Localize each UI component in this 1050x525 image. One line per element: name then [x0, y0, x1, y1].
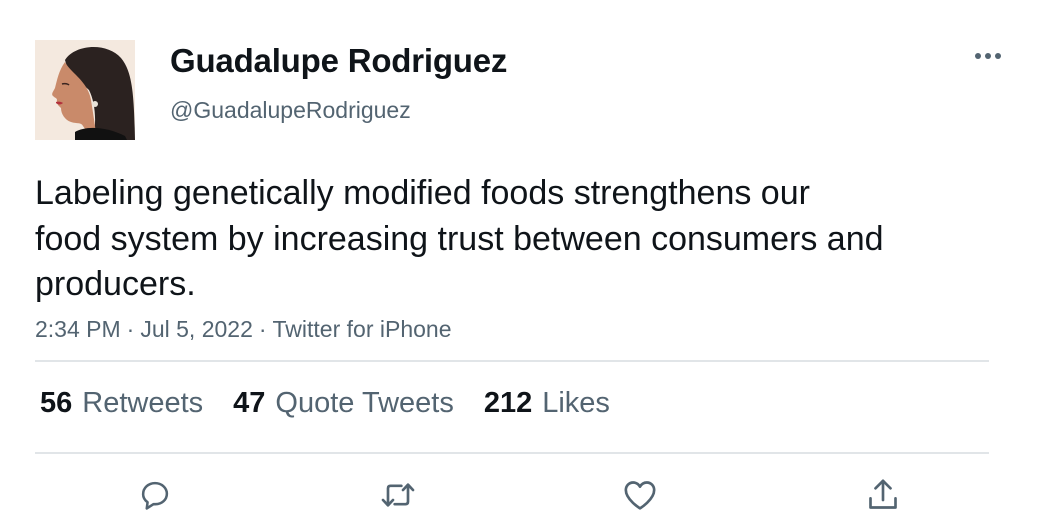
retweet-icon: [381, 483, 415, 507]
likes-count: 212: [483, 387, 533, 419]
tweet-card: Guadalupe Rodriguez @GuadalupeRodriguez …: [0, 0, 1050, 525]
retweets-stat[interactable]: 56 Retweets: [40, 387, 203, 420]
more-options-button[interactable]: [968, 44, 1008, 68]
author-handle[interactable]: @GuadalupeRodriguez: [170, 97, 411, 124]
likes-stat[interactable]: 212 Likes: [484, 387, 610, 420]
reply-icon: [141, 481, 169, 510]
divider: [35, 452, 989, 454]
author-display-name[interactable]: Guadalupe Rodriguez: [170, 42, 507, 80]
quote-tweets-count: 47: [233, 387, 266, 419]
tweet-source[interactable]: Twitter for iPhone: [273, 316, 452, 342]
tweet-text-line: food system by increasing trust between …: [35, 219, 884, 258]
more-dots-icon: [975, 53, 1001, 59]
retweets-label: Retweets: [82, 387, 204, 419]
quote-tweets-label: Quote Tweets: [275, 387, 454, 419]
profile-photo-icon: [35, 40, 135, 140]
tweet-text-line: producers.: [35, 265, 196, 303]
like-button[interactable]: [615, 470, 665, 520]
divider: [35, 360, 989, 362]
share-icon: [869, 479, 897, 509]
tweet-text: Labeling genetically modified foods stre…: [35, 171, 995, 308]
retweets-count: 56: [40, 387, 73, 419]
tweet-metadata: 2:34 PM · Jul 5, 2022 · Twitter for iPhone: [35, 316, 452, 343]
like-icon: [624, 481, 656, 510]
meta-separator: ·: [126, 316, 135, 342]
meta-separator: ·: [258, 316, 267, 342]
retweet-button[interactable]: [373, 470, 423, 520]
tweet-time[interactable]: 2:34 PM: [35, 316, 121, 342]
tweet-text-line: Labeling genetically modified foods stre…: [35, 174, 810, 212]
engagement-stats: 56 Retweets 47 Quote Tweets 212 Likes: [40, 387, 640, 420]
quote-tweets-stat[interactable]: 47 Quote Tweets: [233, 387, 454, 420]
reply-button[interactable]: [130, 470, 180, 520]
action-bar: [0, 470, 1050, 520]
likes-label: Likes: [542, 387, 610, 419]
share-button[interactable]: [858, 470, 908, 520]
avatar[interactable]: [35, 40, 135, 140]
tweet-date[interactable]: Jul 5, 2022: [140, 316, 253, 342]
